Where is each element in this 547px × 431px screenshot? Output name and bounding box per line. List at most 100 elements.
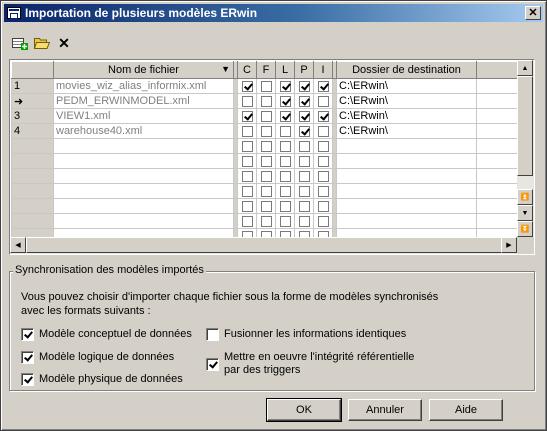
- row-header[interactable]: 4: [11, 123, 54, 139]
- format-checkbox-p[interactable]: [298, 215, 310, 227]
- row-header[interactable]: [11, 228, 54, 237]
- table-row[interactable]: 1 movies_wiz_alias_informix.xml C:\ERwin\: [11, 78, 517, 94]
- referential-integrity-checkbox[interactable]: [206, 358, 219, 371]
- destination-cell[interactable]: C:\ERwin\: [336, 93, 477, 109]
- format-checkbox-l[interactable]: [279, 155, 291, 167]
- open-folder-icon[interactable]: [33, 34, 51, 52]
- filename-cell[interactable]: [53, 168, 234, 184]
- format-checkbox-f[interactable]: [260, 215, 272, 227]
- format-checkbox-l[interactable]: [279, 125, 291, 137]
- horizontal-scroll-thumb[interactable]: [26, 237, 502, 253]
- format-checkbox-f[interactable]: [260, 155, 272, 167]
- format-checkbox-f[interactable]: [260, 170, 272, 182]
- column-header-destination[interactable]: Dossier de destination: [336, 61, 477, 79]
- filename-cell[interactable]: [53, 198, 234, 214]
- destination-cell[interactable]: [336, 183, 477, 199]
- ok-button[interactable]: OK: [266, 398, 342, 422]
- title-bar[interactable]: Importation de plusieurs modèles ERwin ✕: [4, 4, 543, 22]
- format-checkbox-i[interactable]: [317, 140, 329, 152]
- format-checkbox-c[interactable]: [241, 215, 253, 227]
- destination-cell[interactable]: [336, 138, 477, 154]
- option-physical-model[interactable]: Modèle physique de données: [21, 373, 183, 386]
- filename-cell[interactable]: [53, 228, 234, 237]
- format-checkbox-p[interactable]: [298, 170, 310, 182]
- format-checkbox-i[interactable]: [317, 125, 329, 137]
- sort-dropdown-icon[interactable]: ▼: [221, 64, 230, 74]
- cancel-button[interactable]: Annuler: [348, 399, 422, 421]
- column-header-l[interactable]: L: [275, 61, 295, 79]
- format-checkbox-l[interactable]: [279, 80, 291, 92]
- filename-cell[interactable]: [53, 153, 234, 169]
- vertical-scroll-thumb[interactable]: [517, 76, 533, 176]
- row-header[interactable]: [11, 153, 54, 169]
- scroll-to-top-button[interactable]: ⏫: [517, 189, 533, 205]
- format-checkbox-p[interactable]: [298, 80, 310, 92]
- format-checkbox-f[interactable]: [260, 185, 272, 197]
- row-header[interactable]: [11, 168, 54, 184]
- empty-table-row[interactable]: [11, 213, 517, 229]
- filename-cell[interactable]: warehouse40.xml: [53, 123, 234, 139]
- close-button[interactable]: ✕: [525, 6, 541, 20]
- format-checkbox-f[interactable]: [260, 95, 272, 107]
- destination-cell[interactable]: C:\ERwin\: [336, 108, 477, 124]
- empty-table-row[interactable]: [11, 198, 517, 214]
- format-checkbox-p[interactable]: [298, 140, 310, 152]
- filename-cell[interactable]: PEDM_ERWINMODEL.xml: [53, 93, 234, 109]
- format-checkbox-c[interactable]: [241, 185, 253, 197]
- format-checkbox-f[interactable]: [260, 125, 272, 137]
- format-checkbox-l[interactable]: [279, 185, 291, 197]
- format-checkbox-f[interactable]: [260, 200, 272, 212]
- row-header[interactable]: [11, 138, 54, 154]
- row-header[interactable]: [11, 198, 54, 214]
- table-row[interactable]: 4 warehouse40.xml C:\ERwin\: [11, 123, 517, 139]
- filename-cell[interactable]: movies_wiz_alias_informix.xml: [53, 78, 234, 94]
- format-checkbox-c[interactable]: [241, 200, 253, 212]
- format-checkbox-c[interactable]: [241, 140, 253, 152]
- format-checkbox-l[interactable]: [279, 170, 291, 182]
- filename-cell[interactable]: [53, 183, 234, 199]
- format-checkbox-c[interactable]: [241, 170, 253, 182]
- row-header[interactable]: 1: [11, 78, 54, 94]
- format-checkbox-i[interactable]: [317, 155, 329, 167]
- format-checkbox-f[interactable]: [260, 140, 272, 152]
- destination-cell[interactable]: [336, 153, 477, 169]
- format-checkbox-c[interactable]: [241, 95, 253, 107]
- format-checkbox-p[interactable]: [298, 200, 310, 212]
- scroll-down-button[interactable]: ▼: [517, 205, 533, 221]
- vertical-scrollbar[interactable]: ▲ ⏫ ▼ ⏬: [517, 60, 534, 237]
- format-checkbox-l[interactable]: [279, 200, 291, 212]
- destination-cell[interactable]: C:\ERwin\: [336, 123, 477, 139]
- empty-table-row[interactable]: [11, 153, 517, 169]
- table-row[interactable]: 3 VIEW1.xml C:\ERwin\: [11, 108, 517, 124]
- column-header-filename[interactable]: Nom de fichier ▼: [53, 61, 234, 79]
- column-header-c[interactable]: C: [237, 61, 257, 79]
- destination-cell[interactable]: [336, 198, 477, 214]
- row-header[interactable]: 3: [11, 108, 54, 124]
- format-checkbox-l[interactable]: [279, 95, 291, 107]
- format-checkbox-p[interactable]: [298, 110, 310, 122]
- format-checkbox-i[interactable]: [317, 110, 329, 122]
- format-checkbox-i[interactable]: [317, 170, 329, 182]
- format-checkbox-l[interactable]: [279, 215, 291, 227]
- conceptual-model-checkbox[interactable]: [21, 328, 34, 341]
- format-checkbox-i[interactable]: [317, 185, 329, 197]
- filename-cell[interactable]: VIEW1.xml: [53, 108, 234, 124]
- column-header-f[interactable]: F: [256, 61, 276, 79]
- row-header[interactable]: ➜: [11, 93, 54, 109]
- format-checkbox-f[interactable]: [260, 80, 272, 92]
- format-checkbox-p[interactable]: [298, 95, 310, 107]
- column-header-i[interactable]: I: [313, 61, 333, 79]
- row-header[interactable]: [11, 213, 54, 229]
- option-conceptual-model[interactable]: Modèle conceptuel de données: [21, 328, 192, 341]
- format-checkbox-c[interactable]: [241, 155, 253, 167]
- format-checkbox-l[interactable]: [279, 140, 291, 152]
- scroll-right-button[interactable]: ▶: [501, 237, 517, 253]
- filename-cell[interactable]: [53, 138, 234, 154]
- delete-icon[interactable]: ✕: [55, 34, 73, 52]
- help-button[interactable]: Aide: [429, 399, 503, 421]
- empty-table-row[interactable]: [11, 183, 517, 199]
- empty-table-row[interactable]: [11, 168, 517, 184]
- table-row[interactable]: ➜ PEDM_ERWINMODEL.xml C:\ERwin\: [11, 93, 517, 109]
- format-checkbox-i[interactable]: [317, 215, 329, 227]
- horizontal-scrollbar[interactable]: ◀ ▶: [10, 237, 517, 254]
